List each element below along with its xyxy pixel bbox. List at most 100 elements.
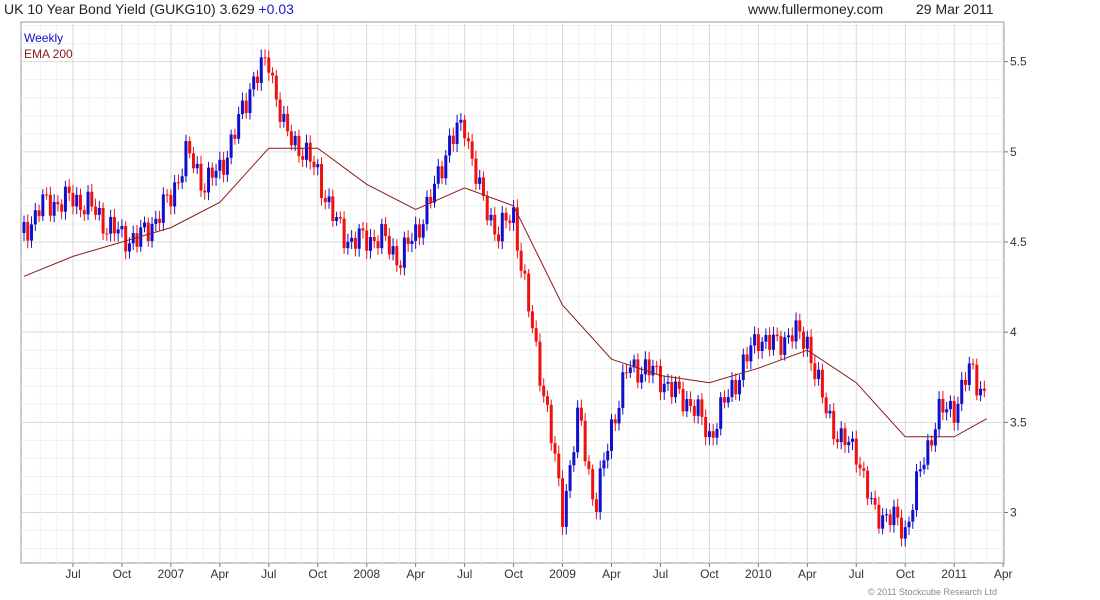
- x-tick-label: Oct: [700, 567, 719, 581]
- candle-body: [862, 468, 866, 471]
- x-tick-label: 2011: [941, 567, 967, 581]
- candle-body: [508, 220, 512, 223]
- candle-body: [979, 388, 983, 396]
- candle-body: [459, 119, 463, 123]
- x-tick-label: Apr: [798, 567, 817, 581]
- candle-body: [568, 465, 572, 491]
- candle-body: [617, 407, 621, 424]
- candle-body: [225, 157, 229, 175]
- candle-body: [90, 191, 94, 207]
- candle-body: [523, 270, 527, 274]
- candle-body: [365, 230, 369, 251]
- candle-body: [715, 428, 719, 438]
- candle-body: [922, 464, 926, 470]
- candle-body: [666, 381, 670, 384]
- candle-body: [561, 478, 565, 527]
- candle-body: [323, 197, 327, 203]
- candle-body: [350, 237, 354, 242]
- x-tick-label: Apr: [602, 567, 621, 581]
- candle-body: [127, 243, 131, 252]
- candle-body: [783, 337, 787, 355]
- candle-body: [941, 398, 945, 413]
- candle-body: [399, 265, 403, 268]
- candle-body: [391, 246, 395, 255]
- candle-body: [948, 400, 952, 410]
- candle-body: [109, 216, 113, 234]
- candle-body: [884, 514, 888, 516]
- candle-body: [78, 194, 82, 211]
- candle-body: [681, 388, 685, 412]
- candle-body: [930, 440, 934, 446]
- candle-body: [851, 438, 855, 442]
- candle-body: [191, 153, 195, 169]
- candle-body: [640, 374, 644, 383]
- candle-body: [621, 372, 625, 408]
- candle-body: [625, 372, 629, 374]
- candle-body: [60, 204, 64, 212]
- candle-body: [628, 367, 632, 373]
- candle-body: [527, 273, 531, 312]
- candle-body: [557, 453, 561, 479]
- x-tick-label: Oct: [504, 567, 523, 581]
- candle-body: [372, 237, 376, 242]
- candle-body: [869, 498, 873, 500]
- candle-body: [67, 186, 71, 193]
- candle-body: [790, 335, 794, 342]
- candle-body: [135, 233, 139, 247]
- candle-body: [146, 222, 150, 242]
- candle-body: [738, 380, 742, 395]
- candle-body: [161, 194, 165, 223]
- x-tick-label: Oct: [113, 567, 132, 581]
- candle-body: [858, 464, 862, 469]
- candle-body: [500, 212, 504, 242]
- candle-body: [512, 207, 516, 223]
- candle-body: [48, 194, 52, 216]
- x-tick-label: 2008: [353, 567, 380, 581]
- candle-body: [252, 76, 256, 90]
- candle-body: [214, 170, 218, 178]
- x-tick-label: Oct: [308, 567, 327, 581]
- candle-body: [658, 365, 662, 393]
- candle-body: [432, 183, 436, 203]
- candle-body: [489, 214, 493, 221]
- candle-body: [613, 419, 617, 424]
- x-tick-label: 2009: [549, 567, 576, 581]
- candle-body: [915, 471, 919, 511]
- candle-body: [982, 388, 986, 391]
- candle-body: [301, 156, 305, 160]
- candle-body: [651, 365, 655, 376]
- candle-body: [730, 380, 734, 398]
- candle-body: [335, 217, 339, 222]
- candle-body: [22, 222, 26, 233]
- candle-body: [828, 410, 832, 414]
- candle-body: [798, 320, 802, 332]
- candle-body: [368, 237, 372, 251]
- y-tick-label: 4: [1010, 325, 1017, 339]
- candle-body: [519, 250, 523, 271]
- candle-body: [764, 335, 768, 342]
- candle-body: [353, 237, 357, 249]
- candle-body: [169, 194, 173, 207]
- candle-body: [244, 100, 248, 114]
- candle-body: [342, 218, 346, 249]
- candle-body: [33, 210, 37, 225]
- candle-body: [361, 228, 365, 231]
- candle-body: [576, 407, 580, 453]
- legend-ema: EMA 200: [24, 47, 73, 61]
- candle-body: [308, 142, 312, 162]
- candle-body: [233, 134, 237, 139]
- candle-body: [402, 237, 406, 268]
- candle-body: [327, 196, 331, 203]
- candle-body: [689, 399, 693, 407]
- candle-body: [240, 100, 244, 115]
- candle-body: [105, 233, 109, 235]
- x-tick-label: Jul: [849, 567, 864, 581]
- candle-body: [75, 194, 79, 207]
- candle-body: [282, 113, 286, 122]
- candle-body: [255, 76, 259, 83]
- x-tick-label: Apr: [210, 567, 229, 581]
- candle-body: [794, 320, 798, 342]
- candle-body: [832, 410, 836, 440]
- y-tick-label: 4.5: [1010, 235, 1027, 249]
- candle-body: [312, 161, 316, 168]
